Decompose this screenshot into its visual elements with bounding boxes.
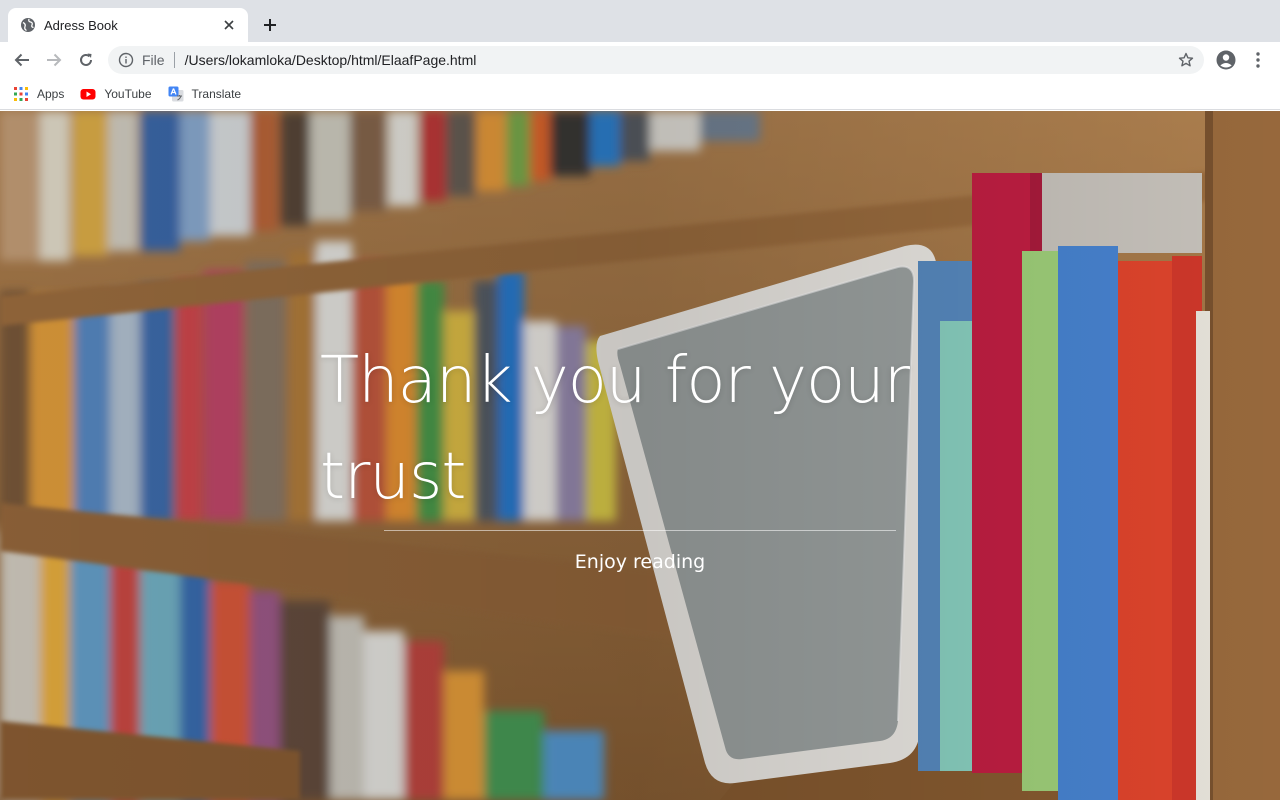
tab-title: Adress Book (44, 17, 118, 33)
address-bar[interactable]: File /Users/lokamloka/Desktop/html/Elaaf… (108, 46, 1204, 74)
youtube-icon (80, 86, 96, 102)
back-arrow-icon (14, 53, 29, 67)
profile-button[interactable] (1212, 46, 1240, 74)
bookmark-label: Translate (191, 86, 242, 101)
hero-subtitle: Enjoy reading (574, 551, 706, 573)
reload-icon (80, 53, 92, 66)
google-translate-icon (168, 86, 184, 102)
close-tab-icon[interactable] (220, 16, 238, 34)
tab-strip: Adress Book (0, 0, 1280, 42)
bookmark-label: Apps (37, 86, 65, 101)
forward-arrow-icon (47, 53, 62, 67)
bookmark-label: YouTube (104, 86, 152, 101)
bookmark-translate[interactable]: Translate (168, 82, 242, 106)
back-button[interactable] (8, 46, 36, 74)
browser-menu-button[interactable] (1244, 46, 1272, 74)
bookmark-apps[interactable]: Apps (13, 82, 64, 106)
account-circle-icon (1216, 50, 1236, 70)
hero-title: Thank you for your trust (320, 344, 910, 514)
browser-toolbar: File /Users/lokamloka/Desktop/html/Elaaf… (0, 42, 1280, 78)
url-scheme-label: File (142, 52, 165, 68)
forward-button[interactable] (40, 46, 68, 74)
more-vert-icon (1256, 52, 1260, 68)
browser-tab[interactable]: Adress Book (8, 8, 248, 42)
bookmark-youtube[interactable]: YouTube (80, 82, 152, 106)
reload-button[interactable] (72, 46, 100, 74)
url-separator (173, 52, 175, 68)
url-text[interactable]: /Users/lokamloka/Desktop/html/ElaafPage.… (185, 52, 477, 68)
bookmarks-bar: Apps YouTube Translate (0, 78, 1280, 110)
bookmark-star-icon[interactable] (1176, 50, 1196, 70)
new-tab-button[interactable] (258, 13, 282, 37)
hero-divider (384, 530, 896, 531)
globe-icon (20, 17, 36, 33)
plus-icon (264, 19, 276, 31)
page-content: Thank you for your trust Enjoy reading (0, 111, 1280, 800)
apps-grid-icon (13, 86, 29, 102)
info-icon[interactable] (118, 52, 134, 68)
